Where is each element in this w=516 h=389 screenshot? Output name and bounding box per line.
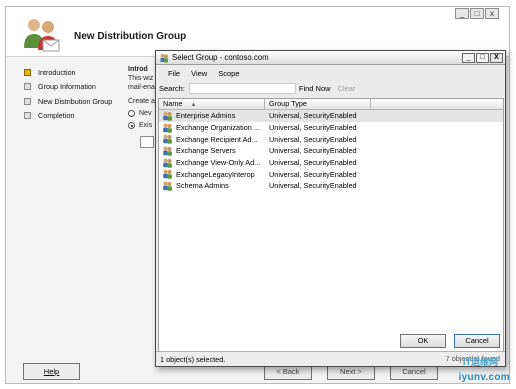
clear-button[interactable]: Clear [338,84,356,93]
column-label: Name [163,99,183,108]
group-name-cell: Exchange View-Only Ad... [159,158,265,168]
group-icon [163,111,172,121]
step-label: Completion [38,111,75,121]
step-indicator [24,112,31,120]
group-name: Enterprise Admins [176,111,236,121]
group-name-cell: Enterprise Admins [159,111,265,121]
radio-label: Nev [139,110,152,117]
group-type-cell: Universal, SecurityEnabled [269,111,357,121]
group-list[interactable]: Name ▲ Group Type Enterprise Admins Unive… [158,98,504,352]
site-watermark: IT运维网 iyunv.com [432,355,510,383]
group-type-cell: Universal, SecurityEnabled [269,146,357,156]
radio-button-selected[interactable] [128,122,135,129]
menu-scope[interactable]: Scope [218,69,239,78]
watermark-line1: IT运维网 [463,357,498,367]
column-header-group-type[interactable]: Group Type [265,99,371,109]
group-icon [163,123,172,133]
group-icon [163,169,172,180]
help-button[interactable]: Help [23,363,80,380]
wizard-minimize-button[interactable]: _ [455,8,469,19]
step-introduction: Introduction [24,65,112,80]
group-icon [163,134,172,145]
close-button[interactable]: X [490,52,503,63]
list-row[interactable]: ExchangeLegacyInterop Universal, Security… [159,168,503,180]
column-label: Group Type [269,99,307,108]
wizard-steps: Introduction Group Information New Distr… [24,65,112,123]
list-row[interactable]: Enterprise Admins Universal, SecurityEnab… [159,110,503,122]
step-indicator [24,97,31,105]
minimize-button[interactable]: _ [462,52,475,63]
list-rows: Enterprise Admins Universal, SecurityEnab… [159,110,503,192]
dialog-window-controls: _ □ X [462,52,503,63]
group-name: Exchange Organization ... [176,123,260,133]
wizard-title: New Distribution Group [74,31,187,42]
list-row[interactable]: Exchange Organization ... Universal, Secu… [159,122,503,134]
search-input[interactable] [188,82,296,94]
step-label: New Distribution Group [38,96,113,106]
search-label: Search: [159,83,185,93]
ok-button[interactable]: OK [400,334,446,348]
status-text: 1 object(s) selected. [160,354,226,364]
menu-view[interactable]: View [191,69,207,78]
existing-group-field[interactable] [140,136,154,148]
menu-file[interactable]: File [168,69,180,78]
menu-bar: File View Scope [156,65,505,81]
group-name-cell: Exchange Organization ... [159,123,265,133]
wizard-maximize-button[interactable]: □ [470,8,484,19]
maximize-button[interactable]: □ [476,52,489,63]
wizard-close-button[interactable]: x [485,8,499,19]
find-now-button[interactable]: Find Now [299,84,331,93]
step-indicator-active [24,68,31,76]
watermark-line2: iyunv.com [458,372,510,383]
search-bar: Search: Find Now Clear [156,81,505,95]
group-type-cell: Universal, SecurityEnabled [269,181,357,191]
group-name: ExchangeLegacyInterop [176,169,255,179]
group-icon [163,146,172,156]
step-indicator [24,83,31,91]
group-icon [163,158,172,168]
group-type-cell: Universal, SecurityEnabled [269,134,357,144]
step-group-information: Group Information [24,80,112,95]
group-name-cell: Exchange Servers [159,146,265,156]
list-header: Name ▲ Group Type [159,99,503,110]
radio-label: Exis [139,122,153,129]
dialog-titlebar[interactable]: Select Group - contoso.com _ □ X [156,51,505,65]
group-name: Exchange Recipient Ad... [176,134,258,144]
column-header-name[interactable]: Name ▲ [159,99,265,109]
group-name: Exchange Servers [176,146,236,156]
group-type-cell: Universal, SecurityEnabled [269,169,357,179]
step-label: Introduction [38,67,76,77]
list-row[interactable]: Exchange Recipient Ad... Universal, Secur… [159,133,503,145]
radio-button[interactable] [128,110,135,117]
group-name: Schema Admins [176,181,229,191]
group-name-cell: ExchangeLegacyInterop [159,169,265,180]
sort-ascending-icon: ▲ [190,102,197,108]
list-row[interactable]: Exchange View-Only Ad... Universal, Secur… [159,157,503,169]
step-completion: Completion [24,109,112,124]
group-name: Exchange View-Only Ad... [176,158,261,168]
group-type-cell: Universal, SecurityEnabled [269,158,357,168]
cancel-button[interactable]: Cancel [454,334,500,348]
group-name-cell: Exchange Recipient Ad... [159,134,265,145]
users-icon [24,19,60,52]
step-label: Group Information [38,82,96,92]
step-new-distribution-group: New Distribution Group [24,94,112,109]
group-type-cell: Universal, SecurityEnabled [269,123,357,133]
list-row[interactable]: Schema Admins Universal, SecurityEnabled [159,180,503,192]
wizard-window-controls: _ □ x [455,8,499,19]
group-name-cell: Schema Admins [159,181,265,191]
dialog-title: Select Group - contoso.com [172,53,269,62]
select-group-dialog: Select Group - contoso.com _ □ X File Vi… [155,50,506,367]
group-icon [160,53,168,62]
list-row[interactable]: Exchange Servers Universal, SecurityEnabl… [159,145,503,157]
group-icon [163,181,172,191]
